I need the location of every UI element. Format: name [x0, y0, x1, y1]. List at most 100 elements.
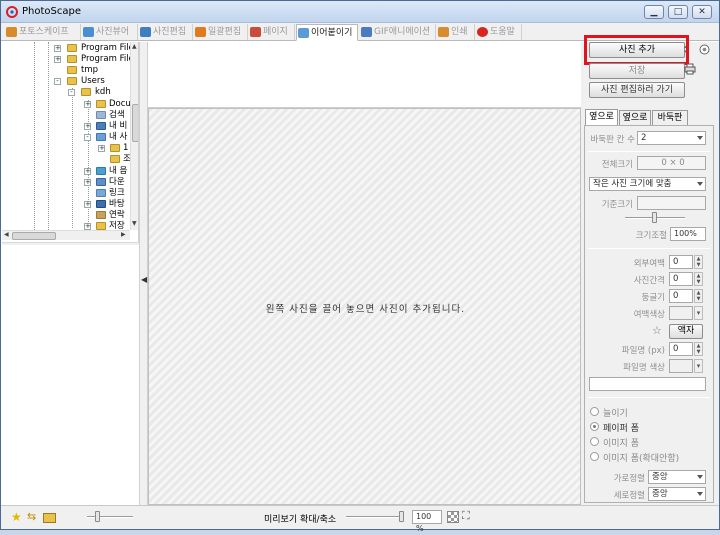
swap-folder-icon[interactable]: ⇆: [27, 511, 39, 523]
chevron-down-icon: [697, 182, 703, 186]
expander-icon[interactable]: +: [54, 56, 61, 63]
viewer-tab-icon: [83, 27, 94, 37]
folder-icon: [67, 44, 77, 52]
grid-count-select[interactable]: 2: [637, 131, 706, 145]
favorite-star-icon[interactable]: ★: [11, 511, 23, 523]
tab-print[interactable]: 인쇄: [437, 24, 475, 40]
margin-color-swatch[interactable]: [669, 306, 693, 320]
divider: [588, 397, 710, 398]
scroll-left-icon[interactable]: ◀: [4, 231, 9, 238]
folder-tree[interactable]: + Program File + Program File tmp - Users -…: [2, 42, 139, 242]
gif-tab-icon: [361, 27, 372, 37]
tab-combine[interactable]: 이어붙이기: [296, 24, 358, 41]
maximize-button[interactable]: □: [668, 5, 688, 19]
panel-splitter[interactable]: ◀: [139, 42, 148, 505]
scroll-right-icon[interactable]: ▶: [121, 231, 126, 238]
outer-margin-label: 외부여백: [633, 259, 665, 269]
tab-grid[interactable]: 바둑판: [652, 110, 688, 125]
h-align-select[interactable]: 중앙: [648, 470, 706, 484]
filename-text-field[interactable]: [589, 377, 706, 391]
tab-side-by-side[interactable]: 옆으로: [585, 109, 618, 125]
add-photo-button[interactable]: 사진 추가: [589, 42, 685, 58]
tree-guide: [48, 42, 49, 230]
base-size-slider-thumb[interactable]: [652, 212, 657, 223]
zoom-value-field[interactable]: 100 %: [412, 510, 442, 533]
title-bar[interactable]: PhotoScape ▁ □ ✕: [1, 1, 719, 23]
photo-strip[interactable]: [148, 42, 581, 108]
expander-icon[interactable]: +: [84, 168, 91, 175]
tab-label: GIF애니메이션: [374, 27, 431, 37]
rounded-field[interactable]: 0: [669, 289, 693, 303]
app-window: PhotoScape ▁ □ ✕ 포토스케이프 사진뷰어 사진편집 일괄편집 페…: [0, 0, 720, 533]
tab-editor[interactable]: 사진편집: [139, 24, 193, 40]
expander-icon[interactable]: +: [54, 45, 61, 52]
v-align-select[interactable]: 중앙: [648, 487, 706, 501]
collapse-arrow-icon[interactable]: ◀: [141, 275, 147, 284]
photo-gap-field[interactable]: 0: [669, 272, 693, 286]
margin-color-dropdown[interactable]: ▾: [694, 306, 703, 320]
frame-button[interactable]: 액자: [669, 324, 703, 339]
grid-options: 바둑판 칸 수 2 전체크기 0 × 0 작은 사진 크기에 맞춤 기준크기 크…: [584, 125, 714, 503]
expander-icon[interactable]: -: [54, 78, 61, 85]
tree-vertical-scroll-thumb[interactable]: [132, 104, 138, 142]
expander-icon[interactable]: +: [84, 201, 91, 208]
radio-image-form[interactable]: [590, 437, 599, 446]
tree-item-label: Program File: [81, 43, 134, 53]
tab-help[interactable]: 도움말: [476, 24, 522, 40]
outer-margin-stepper[interactable]: ▲ ▼: [694, 255, 703, 269]
tab-viewer[interactable]: 사진뷰어: [82, 24, 138, 40]
expander-icon[interactable]: +: [84, 123, 91, 130]
combine-canvas[interactable]: 왼쪽 사진을 끌어 놓으면 사진이 추가됩니다.: [148, 108, 581, 505]
save-button[interactable]: 저장: [589, 63, 685, 79]
scroll-down-icon[interactable]: ▼: [132, 220, 137, 227]
thumbnail-size-slider-thumb[interactable]: [95, 511, 100, 522]
help-tab-icon: [477, 27, 488, 37]
tree-vertical-scrollbar[interactable]: ▲ ▼: [130, 42, 138, 230]
printer-icon[interactable]: [684, 63, 696, 75]
divider: [588, 151, 710, 152]
tree-horizontal-scroll-thumb[interactable]: [12, 232, 56, 240]
tab-page[interactable]: 페이지: [249, 24, 295, 40]
open-folder-icon[interactable]: [43, 513, 56, 523]
expander-icon[interactable]: +: [84, 101, 91, 108]
outer-margin-field[interactable]: 0: [669, 255, 693, 269]
expander-icon[interactable]: +: [98, 145, 105, 152]
rounded-stepper[interactable]: ▲ ▼: [694, 289, 703, 303]
settings-icon[interactable]: [698, 43, 711, 57]
tab-vertical[interactable]: 옆으로: [619, 110, 651, 125]
filename-size-stepper[interactable]: ▲ ▼: [694, 342, 703, 356]
photo-file-list[interactable]: [2, 245, 139, 505]
batch-tab-icon: [195, 27, 206, 37]
checker-background-icon[interactable]: [447, 511, 459, 523]
star-icon[interactable]: ☆: [652, 324, 662, 337]
go-edit-button[interactable]: 사진 편집하러 가기: [589, 82, 685, 98]
expander-icon[interactable]: +: [84, 179, 91, 186]
resize-field[interactable]: 100%: [670, 227, 706, 241]
radio-paper-form[interactable]: [590, 422, 599, 431]
tab-batch[interactable]: 일괄편집: [194, 24, 248, 40]
tab-photoscape[interactable]: 포토스케이프: [5, 24, 81, 40]
fit-option-select[interactable]: 작은 사진 크기에 맞춤: [589, 177, 706, 191]
scroll-up-icon[interactable]: ▲: [132, 43, 137, 50]
status-bar: ★ ⇆ 미리보기 확대/축소 100 % ⛶: [1, 505, 719, 533]
add-photo-dropdown-icon[interactable]: ▴ ▾: [684, 45, 688, 55]
rounded-label: 둥글기: [641, 293, 665, 303]
filename-size-field[interactable]: 0: [669, 342, 693, 356]
expander-icon[interactable]: +: [84, 223, 91, 230]
tree-horizontal-scrollbar[interactable]: ◀ ▶: [2, 230, 130, 240]
photo-gap-stepper[interactable]: ▲ ▼: [694, 272, 703, 286]
tab-gif[interactable]: GIF애니메이션: [360, 24, 436, 40]
tree-guide: [88, 100, 89, 230]
print-tab-icon: [438, 27, 449, 37]
expander-icon[interactable]: -: [84, 134, 91, 141]
minimize-button[interactable]: ▁: [644, 5, 664, 19]
radio-image-form-noscale[interactable]: [590, 452, 599, 461]
filename-color-dropdown[interactable]: ▾: [694, 359, 703, 373]
preview-zoom-slider-thumb[interactable]: [399, 511, 404, 522]
close-button[interactable]: ✕: [692, 5, 712, 19]
fit-screen-icon[interactable]: ⛶: [462, 509, 470, 523]
expander-icon[interactable]: -: [68, 89, 75, 96]
filename-color-swatch[interactable]: [669, 359, 693, 373]
radio-stretch[interactable]: [590, 407, 599, 416]
tab-label: 이어붙이기: [311, 28, 353, 38]
